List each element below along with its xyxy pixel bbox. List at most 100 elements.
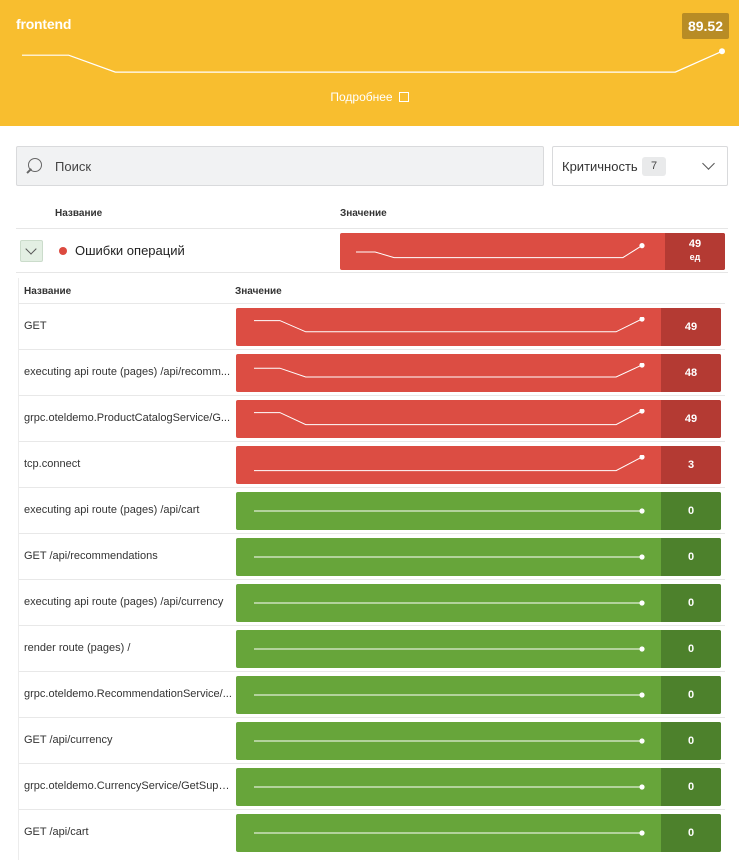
chevron-down-icon [25, 243, 37, 255]
row-sparkline [254, 363, 645, 378]
details-link[interactable]: Подробнее [0, 90, 739, 104]
sparkline-end-dot [639, 646, 645, 652]
criticality-dropdown[interactable]: Критичность 7 [552, 146, 728, 186]
sparkline-end-dot [639, 692, 645, 698]
table-row[interactable]: executing api route (pages) /api/currenc… [19, 579, 725, 625]
chevron-down-icon [702, 157, 715, 170]
column-header-value: Значение [340, 208, 387, 219]
row-sparkline [254, 508, 645, 514]
sparkline-end-dot [639, 600, 645, 606]
group-label: Ошибки операций [75, 243, 185, 258]
operation-name: executing api route (pages) /api/cart [24, 504, 200, 516]
value-bar: 3 [236, 446, 721, 484]
operation-name: GET /api/cart [24, 826, 89, 838]
operation-name: GET /api/currency [24, 734, 113, 746]
value-bar: 0 [236, 584, 721, 622]
operation-name: render route (pages) / [24, 642, 131, 654]
value-bar: 0 [236, 492, 721, 530]
operation-value: 0 [661, 630, 721, 668]
sparkline-path [254, 364, 643, 378]
table-row[interactable]: GET /api/cart 0 [19, 809, 725, 855]
group-row-operation-errors[interactable]: Ошибки операций 49 ед [16, 228, 728, 273]
operation-name: grpc.oteldemo.ProductCatalogService/G... [24, 412, 231, 424]
table-row[interactable]: tcp.connect 3 [19, 441, 725, 487]
table-row[interactable]: GET /api/currency 0 [19, 717, 725, 763]
service-score-badge: 89.52 [681, 13, 729, 39]
table-row[interactable]: executing api route (pages) /api/recomm.… [19, 349, 725, 395]
group-value-unit: ед [689, 252, 701, 262]
value-bar: 48 [236, 354, 721, 392]
group-value-bar: 49 ед [340, 233, 725, 270]
operation-value: 0 [661, 538, 721, 576]
sparkline-end-dot [639, 363, 645, 368]
operation-value: 49 [661, 308, 721, 346]
sparkline-end-dot [639, 409, 645, 414]
sparkline-end-dot [639, 554, 645, 560]
sparkline-path [254, 318, 643, 333]
collapse-toggle-button[interactable] [20, 240, 43, 262]
table-row[interactable]: grpc.oteldemo.CurrencyService/GetSupp...… [19, 763, 725, 809]
operation-name: GET [24, 320, 47, 332]
row-sparkline [254, 784, 645, 790]
operation-value: 0 [661, 676, 721, 714]
table-row[interactable]: render route (pages) / 0 [19, 625, 725, 671]
value-bar: 0 [236, 814, 721, 852]
status-dot [59, 247, 67, 255]
service-title: frontend [16, 16, 72, 32]
group-value: 49 ед [665, 233, 725, 270]
row-sparkline [254, 600, 645, 606]
details-link-label: Подробнее [330, 90, 393, 104]
sparkline-end-dot [639, 455, 645, 460]
value-bar: 49 [236, 400, 721, 438]
operations-subtable: Название Значение GET 49 executing api rou… [18, 278, 725, 860]
row-sparkline [254, 738, 645, 744]
row-sparkline [254, 317, 645, 333]
service-sparkline [22, 48, 725, 73]
row-sparkline [254, 409, 645, 426]
group-value-number: 49 [688, 238, 702, 250]
sparkline-end-dot [639, 830, 645, 836]
row-sparkline [254, 455, 645, 472]
group-sparkline [356, 243, 645, 259]
row-sparkline [254, 692, 645, 698]
table-row[interactable]: GET 49 [19, 303, 725, 349]
value-bar: 0 [236, 630, 721, 668]
external-link-icon [398, 92, 409, 102]
operation-value: 0 [661, 492, 721, 530]
operation-value: 0 [661, 814, 721, 852]
operation-name: executing api route (pages) /api/recomm.… [24, 366, 231, 378]
row-sparkline [254, 646, 645, 652]
table-row[interactable]: grpc.oteldemo.RecommendationService/... 0 [19, 671, 725, 717]
value-bar: 49 [236, 308, 721, 346]
value-bar: 0 [236, 538, 721, 576]
sparkline-path [254, 456, 643, 472]
table-row[interactable]: executing api route (pages) /api/cart 0 [19, 487, 725, 533]
value-bar: 0 [236, 722, 721, 760]
row-sparkline [254, 830, 645, 836]
sparkline-end-dot [639, 317, 645, 322]
table-row[interactable]: grpc.oteldemo.ProductCatalogService/G...… [19, 395, 725, 441]
column-header-name: Название [55, 208, 103, 219]
sparkline-path [254, 410, 643, 426]
row-sparkline [254, 554, 645, 560]
sparkline-end-dot [639, 784, 645, 790]
operation-value: 0 [661, 722, 721, 760]
service-header: frontend 89.52 Подробнее [0, 0, 739, 126]
operation-value: 49 [661, 400, 721, 438]
operation-name: tcp.connect [24, 458, 81, 470]
value-bar: 0 [236, 676, 721, 714]
operation-name: grpc.oteldemo.RecommendationService/... [24, 688, 232, 700]
operation-value: 0 [661, 768, 721, 806]
operation-value: 3 [661, 446, 721, 484]
operation-name: GET /api/recommendations [24, 550, 158, 562]
subtable-header-value: Значение [235, 286, 282, 297]
sparkline-end-dot [639, 738, 645, 744]
sparkline-end-dot [639, 508, 645, 514]
operation-name: grpc.oteldemo.CurrencyService/GetSupp... [24, 780, 232, 792]
table-row[interactable]: GET /api/recommendations 0 [19, 533, 725, 579]
search-input[interactable]: Поиск [16, 146, 544, 186]
value-bar: 0 [236, 768, 721, 806]
search-icon [28, 158, 42, 172]
criticality-count-badge: 7 [642, 157, 666, 176]
search-placeholder: Поиск [55, 159, 92, 174]
